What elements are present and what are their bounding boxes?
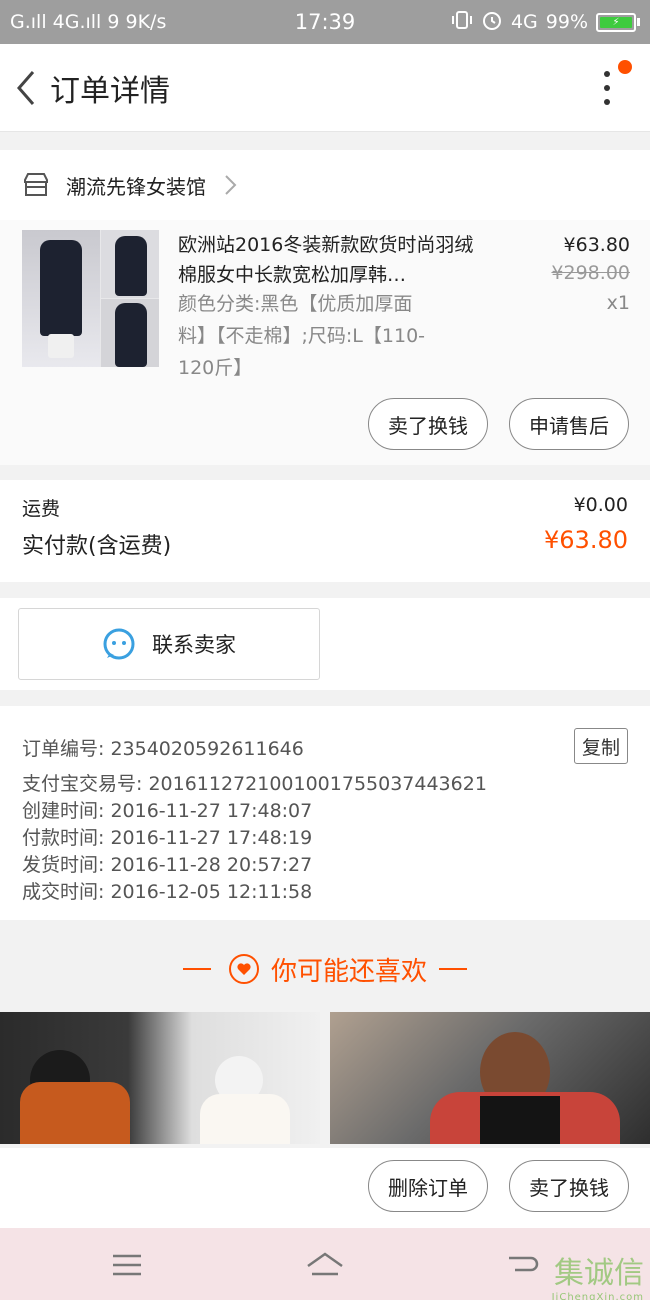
status-bar: G.ıll 4G.ıll 9 9K/s 17:39 4G 99% ⚡ — [0, 0, 650, 44]
battery-icon: ⚡ — [596, 12, 640, 32]
alipay-trade-number: 支付宝交易号: 2016112721001001755037443621 — [22, 773, 487, 795]
menu-icon[interactable] — [110, 1250, 144, 1280]
recommend-item-image[interactable] — [0, 1012, 320, 1144]
heart-icon — [228, 954, 259, 984]
divider-left — [182, 968, 211, 970]
shop-icon — [24, 173, 48, 196]
contact-seller-label: 联系卖家 — [152, 633, 236, 657]
notification-badge — [618, 59, 632, 74]
recommend-title: 你可能还喜欢 — [270, 956, 427, 987]
completed-time: 成交时间: 2016-12-05 12:11:58 — [22, 881, 313, 903]
signal-text: G.ıll 4G.ıll 9 9K/s — [10, 11, 167, 33]
watermark-main: 集诚信 — [554, 1256, 644, 1291]
product-title[interactable]: 欧洲站2016冬装新款欧货时尚羽绒棉服女中长款宽松加厚韩… — [178, 230, 488, 290]
status-right: 4G 99% ⚡ — [451, 9, 640, 36]
shipping-value: ¥0.00 — [573, 494, 628, 516]
watermark: 集诚信 JiChengXin.com — [552, 1248, 644, 1300]
recommend-header: 你可能还喜欢 — [0, 936, 650, 1002]
recommend-item-image[interactable] — [330, 1012, 650, 1144]
battery-percent: 99% — [545, 11, 588, 33]
product-image[interactable] — [22, 230, 159, 367]
order-info: 订单编号: 2354020592611646 支付宝交易号: 201611272… — [0, 706, 650, 920]
more-options-icon[interactable] — [582, 58, 632, 118]
network-type: 4G — [510, 11, 538, 33]
fee-section: 运费 ¥0.00 实付款(含运费) ¥63.80 — [0, 480, 650, 582]
divider-right — [439, 968, 467, 970]
back-icon[interactable] — [6, 68, 46, 108]
chevron-right-icon — [225, 175, 237, 195]
after-sales-button[interactable]: 申请售后 — [509, 398, 629, 450]
bottom-actions: 删除订单 卖了换钱 — [0, 1148, 650, 1228]
paid-time: 付款时间: 2016-11-27 17:48:19 — [22, 827, 313, 849]
copy-button[interactable]: 复制 — [574, 728, 628, 764]
back-nav-icon[interactable] — [505, 1250, 539, 1280]
shop-row[interactable]: 潮流先锋女装馆 — [0, 150, 650, 220]
vibrate-icon — [451, 9, 473, 36]
page-title: 订单详情 — [50, 73, 170, 109]
created-time: 创建时间: 2016-11-27 17:48:07 — [22, 800, 313, 822]
product-card: 欧洲站2016冬装新款欧货时尚羽绒棉服女中长款宽松加厚韩… 颜色分类:黑色【优质… — [0, 220, 650, 465]
status-left: G.ıll 4G.ıll 9 9K/s — [10, 11, 451, 33]
chat-icon — [103, 628, 135, 660]
alarm-icon — [481, 9, 503, 36]
page-header: 订单详情 — [0, 44, 650, 132]
contact-seller-button[interactable]: 联系卖家 — [18, 608, 320, 680]
home-icon[interactable] — [304, 1250, 346, 1280]
product-spec: 颜色分类:黑色【优质加厚面料】【不走棉】;尺码:L【110-120斤】 — [178, 293, 426, 379]
shop-name: 潮流先锋女装馆 — [66, 174, 206, 199]
shipped-time: 发货时间: 2016-11-28 20:57:27 — [22, 854, 313, 876]
sell-button[interactable]: 卖了换钱 — [368, 398, 488, 450]
order-number: 订单编号: 2354020592611646 — [22, 738, 304, 760]
paid-value: ¥63.80 — [544, 526, 628, 554]
product-price: ¥63.80 — [563, 234, 630, 256]
shipping-label: 运费 — [22, 498, 61, 520]
delete-order-button[interactable]: 删除订单 — [368, 1160, 488, 1212]
contact-section: 联系卖家 — [0, 598, 650, 690]
sell-button-bottom[interactable]: 卖了换钱 — [509, 1160, 629, 1212]
product-original-price: ¥298.00 — [551, 262, 630, 284]
paid-label: 实付款(含运费) — [22, 534, 172, 559]
product-quantity: x1 — [606, 292, 630, 314]
watermark-url: JiChengXin.com — [551, 1292, 644, 1300]
